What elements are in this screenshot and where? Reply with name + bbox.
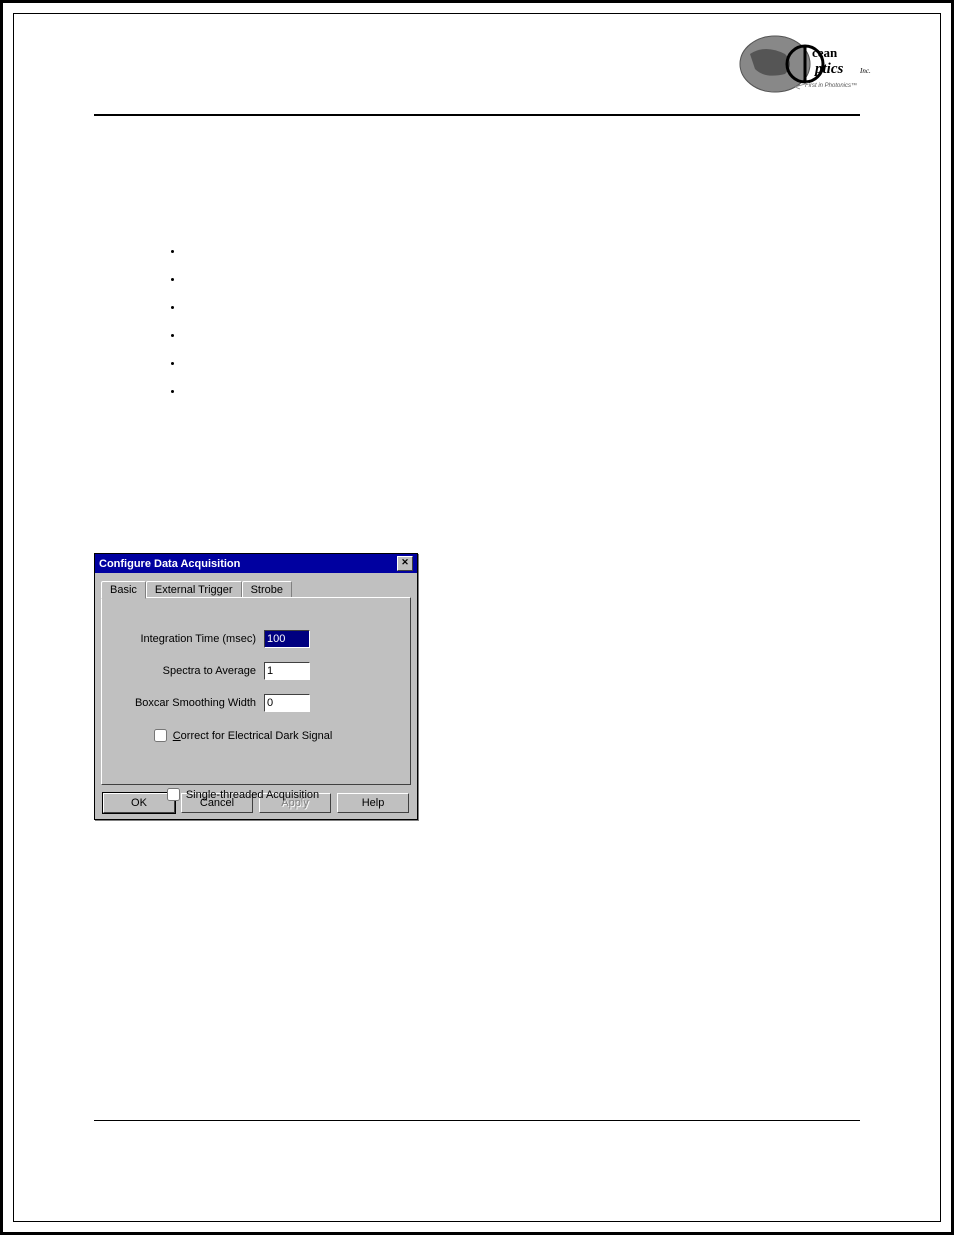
svg-text:ptics: ptics	[813, 61, 843, 77]
dialog-titlebar[interactable]: Configure Data Acquisition ✕	[95, 554, 417, 573]
integration-label: Integration Time (msec)	[140, 633, 256, 645]
boxcar-label: Boxcar Smoothing Width	[135, 697, 256, 709]
average-label: Spectra to Average	[163, 665, 256, 677]
boxcar-row: Boxcar Smoothing Width	[102, 694, 310, 712]
average-input[interactable]	[264, 662, 310, 680]
divider-bottom	[94, 1120, 860, 1121]
list-item	[184, 330, 860, 342]
correct-dark-label: CCorrect for Electrical Dark Signalorrec…	[173, 730, 333, 742]
page-frame: cean ptics Inc. First in Photonics™ Conf…	[0, 0, 954, 1235]
brand-logo: cean ptics Inc. First in Photonics™	[730, 29, 880, 104]
integration-row: Integration Time (msec)	[102, 630, 310, 648]
boxcar-input[interactable]	[264, 694, 310, 712]
list-item	[184, 386, 860, 398]
dialog-body: Basic External Trigger Strobe Integratio…	[95, 573, 417, 819]
list-item	[184, 358, 860, 370]
tab-panel: Integration Time (msec) Spectra to Avera…	[101, 597, 411, 785]
divider-top	[94, 114, 860, 116]
integration-input[interactable]	[264, 630, 310, 648]
correct-dark-checkbox[interactable]	[154, 729, 167, 742]
dialog-title: Configure Data Acquisition	[99, 558, 240, 570]
single-thread-checkbox[interactable]	[167, 788, 180, 801]
average-row: Spectra to Average	[102, 662, 310, 680]
correct-dark-row: CCorrect for Electrical Dark Signalorrec…	[102, 726, 380, 745]
list-item	[184, 246, 860, 258]
configure-dialog: Configure Data Acquisition ✕ Basic Exter…	[94, 553, 418, 820]
page-inner: cean ptics Inc. First in Photonics™ Conf…	[13, 13, 941, 1222]
tab-row: Basic External Trigger Strobe	[101, 581, 411, 598]
list-item	[184, 274, 860, 286]
tab-strobe[interactable]: Strobe	[242, 581, 292, 598]
svg-text:First in Photonics™: First in Photonics™	[805, 82, 857, 89]
tab-basic[interactable]: Basic	[101, 581, 146, 599]
tab-external-trigger[interactable]: External Trigger	[146, 581, 242, 598]
svg-text:Inc.: Inc.	[859, 67, 871, 75]
svg-text:cean: cean	[812, 45, 838, 60]
bullet-list	[144, 246, 860, 398]
single-thread-label: Single-threaded Acquisition	[186, 789, 319, 801]
single-thread-row: Single-threaded Acquisition	[102, 785, 380, 804]
list-item	[184, 302, 860, 314]
close-icon[interactable]: ✕	[397, 556, 413, 571]
